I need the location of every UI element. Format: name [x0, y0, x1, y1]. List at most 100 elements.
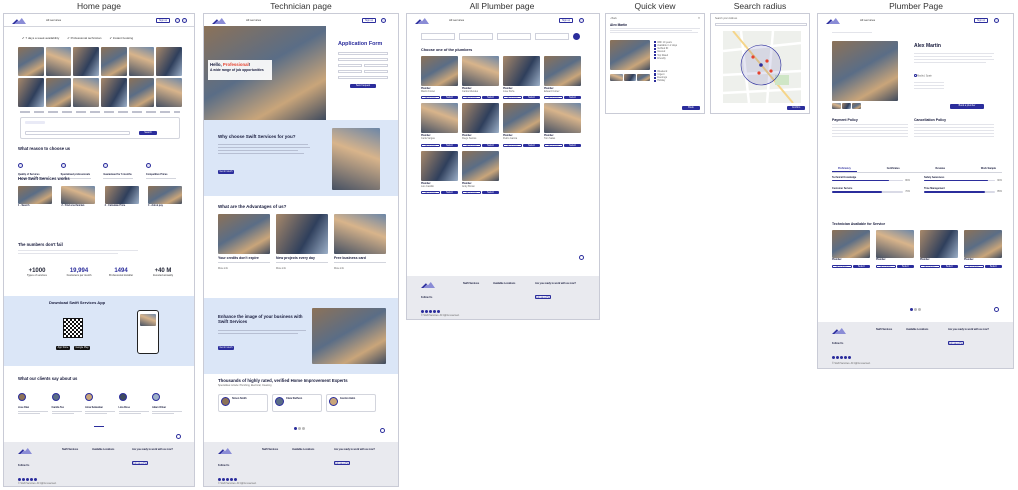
enhance-cta-button[interactable]: Get in touch: [218, 346, 234, 350]
select-button[interactable]: Select: [482, 96, 499, 100]
professional-icon: [60, 163, 66, 168]
form-field[interactable]: [338, 64, 362, 67]
join-pro-button[interactable]: Join as a Pro: [535, 295, 551, 299]
footer-col2: Available Locations: [906, 328, 929, 331]
select-button[interactable]: Select: [441, 143, 458, 147]
join-pro-button[interactable]: Join as a Pro: [334, 461, 350, 465]
services-menu[interactable]: All services: [449, 18, 464, 23]
view-more-button[interactable]: View more: [503, 143, 522, 148]
google-play-button[interactable]: Google Play: [74, 346, 90, 350]
why-cta-button[interactable]: Get in touch: [218, 170, 234, 174]
send-request-button[interactable]: Send request: [350, 84, 376, 88]
view-more-button[interactable]: View more: [421, 143, 440, 148]
join-pro-button[interactable]: Join as a Pro: [132, 461, 148, 465]
footer-col3: Are you ready to work with us now?: [132, 448, 173, 451]
step-card: 2 - Find a technician: [61, 186, 96, 207]
scroll-top-icon[interactable]: [176, 434, 181, 439]
select-button[interactable]: Select: [523, 96, 540, 100]
select-button[interactable]: Select: [441, 96, 458, 100]
avatar-icon[interactable]: [579, 18, 584, 23]
search-card: Search: [20, 117, 180, 139]
view-more-button[interactable]: View more: [421, 190, 440, 195]
select-button[interactable]: Select: [564, 96, 581, 100]
avatar-icon[interactable]: [381, 18, 386, 23]
payment-text: [832, 124, 908, 137]
brand-logo[interactable]: [415, 18, 429, 24]
book-plumber-button[interactable]: Book a plumber: [950, 104, 984, 109]
avatar-icon[interactable]: [175, 18, 180, 23]
app-store-button[interactable]: App Store: [56, 346, 70, 350]
select-button[interactable]: Select: [441, 190, 458, 194]
tab-reviews[interactable]: Reviews: [930, 166, 952, 172]
avatar-icon[interactable]: [994, 18, 999, 23]
join-pro-button[interactable]: Join as a Pro: [948, 341, 964, 345]
view-more-button[interactable]: View more: [503, 96, 522, 100]
breadcrumb[interactable]: [832, 32, 872, 33]
expert-card[interactable]: Gordon Hahn: [326, 394, 376, 412]
view-more-button[interactable]: View more: [462, 190, 481, 195]
expert-card[interactable]: Clara Steffenn: [272, 394, 322, 412]
form-field[interactable]: [338, 58, 388, 61]
form-field[interactable]: [338, 70, 362, 73]
carousel-dots[interactable]: [910, 298, 922, 316]
form-field[interactable]: [364, 64, 388, 67]
tab-work-sample[interactable]: Work Sample: [975, 166, 1002, 172]
form-field[interactable]: [338, 52, 388, 55]
carousel-indicator[interactable]: [94, 426, 104, 427]
skill-value: 80%: [905, 179, 910, 183]
tab-proficiency[interactable]: Proficiency: [832, 166, 857, 173]
expert-card[interactable]: Simon Smith: [218, 394, 268, 412]
skill-value: 70%: [905, 190, 910, 194]
category-tabs[interactable]: [20, 111, 180, 113]
search-go-button[interactable]: [573, 33, 580, 40]
signup-button[interactable]: Sign up: [974, 18, 988, 23]
view-more-button[interactable]: View more: [544, 143, 563, 148]
view-more-button[interactable]: View more: [462, 143, 481, 148]
view-more-button[interactable]: View more: [462, 96, 481, 100]
filter-field[interactable]: [459, 33, 493, 40]
copyright: © Swift Services. All rights reserved.: [421, 314, 460, 317]
plumber-name: Martin Foster: [421, 90, 436, 94]
signup-button[interactable]: Sign up: [559, 18, 573, 23]
select-button[interactable]: Select: [482, 143, 499, 147]
brand-logo[interactable]: [212, 18, 226, 24]
address-input[interactable]: [715, 23, 807, 26]
all-page-title: All Plumber page: [469, 1, 535, 11]
scroll-top-icon[interactable]: [579, 255, 584, 260]
follow-label: Follow Us: [421, 296, 433, 299]
scroll-top-icon[interactable]: [994, 307, 999, 312]
tab-certificates[interactable]: Certificates: [881, 166, 906, 172]
confirm-button[interactable]: Confirm: [787, 106, 805, 110]
brand-logo[interactable]: [12, 18, 26, 24]
experts-row: Simon Smith Clara Steffenn Gordon Hahn: [218, 394, 386, 412]
hero-photo: [18, 78, 44, 107]
filter-field[interactable]: [535, 33, 569, 40]
form-field[interactable]: [364, 70, 388, 73]
radius-column: Search radius Search your Address Confir…: [708, 0, 812, 114]
services-menu[interactable]: All services: [46, 18, 61, 23]
close-icon[interactable]: ×: [698, 16, 700, 21]
search-input[interactable]: [25, 131, 130, 135]
filter-field[interactable]: [497, 33, 531, 40]
book-button[interactable]: Book: [682, 106, 700, 110]
back-link[interactable]: ‹ Back: [610, 17, 617, 20]
services-menu[interactable]: All services: [246, 18, 261, 23]
signup-button[interactable]: Sign up: [362, 18, 376, 23]
view-more-button[interactable]: View more: [421, 96, 440, 100]
search-type-toggle[interactable]: [25, 121, 45, 124]
filter-field[interactable]: [421, 33, 455, 40]
services-menu[interactable]: All services: [860, 18, 875, 23]
select-button[interactable]: Select: [564, 143, 581, 147]
search-button[interactable]: Search: [139, 131, 157, 135]
signup-button[interactable]: Sign up: [156, 18, 170, 23]
scroll-top-icon[interactable]: [380, 428, 385, 433]
brand-logo[interactable]: [826, 18, 840, 24]
form-field[interactable]: [338, 76, 388, 79]
view-more-button[interactable]: View more: [544, 96, 563, 100]
map[interactable]: [723, 31, 801, 103]
menu-icon[interactable]: [182, 18, 187, 23]
select-button[interactable]: Select: [482, 190, 499, 194]
plumber-card: Plumber Andy Brown View more Select: [462, 150, 499, 195]
carousel-dots[interactable]: [294, 417, 306, 435]
select-button[interactable]: Select: [523, 143, 540, 147]
